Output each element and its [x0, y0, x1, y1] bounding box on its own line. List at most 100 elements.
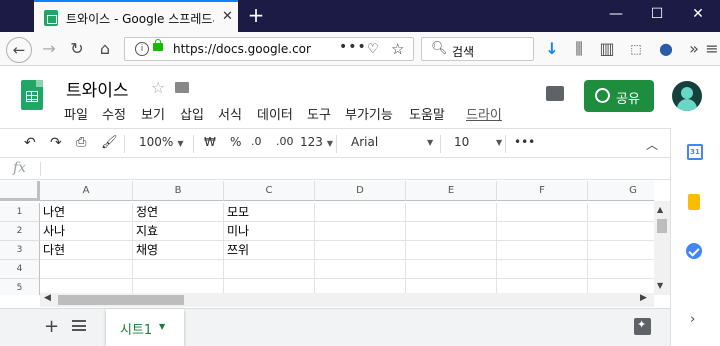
menu-tools[interactable]: 도구	[307, 104, 331, 123]
font-select[interactable]: Arial ▼	[351, 135, 435, 149]
grid-cell[interactable]	[40, 260, 133, 279]
grid-cell[interactable]: 쯔위	[224, 241, 315, 260]
comment-chat-icon[interactable]	[546, 86, 564, 101]
grid-cell[interactable]	[315, 222, 406, 241]
back-button[interactable]: ←	[6, 37, 32, 63]
zoom-select[interactable]: 100% ▼	[139, 135, 183, 149]
explore-icon[interactable]	[634, 318, 651, 335]
grid-cell[interactable]	[406, 260, 497, 279]
pocket-icon[interactable]: ♡	[367, 42, 379, 57]
select-all-corner[interactable]	[0, 181, 40, 201]
column-header[interactable]: F	[497, 181, 588, 201]
undo-icon[interactable]: ↶	[24, 135, 36, 151]
scroll-left-icon[interactable]: ◀	[44, 293, 51, 303]
column-header[interactable]: E	[406, 181, 497, 201]
sheet-tab-active[interactable]: 시트1 ▼	[106, 309, 184, 346]
star-icon[interactable]: ☆	[151, 78, 165, 97]
maximize-button[interactable]: ☐	[645, 6, 669, 22]
close-window-button[interactable]: ✕	[686, 6, 710, 22]
vertical-scrollbar[interactable]: ▲ ▼	[654, 201, 670, 295]
browser-tab[interactable]: 트와이스 - Google 스프레드시 ✕	[34, 0, 238, 32]
share-button[interactable]: 공유	[584, 80, 654, 112]
extension-icon[interactable]: ⬚	[625, 38, 647, 60]
forward-button[interactable]: →	[38, 38, 60, 60]
sidebar-icon[interactable]: ▥	[596, 38, 618, 60]
horizontal-scroll-thumb[interactable]	[58, 295, 184, 305]
grid-cell[interactable]: 정연	[133, 203, 224, 222]
reload-button[interactable]: ↻	[66, 38, 88, 60]
increase-decimal-button[interactable]: .00	[276, 135, 294, 148]
grid-cell[interactable]	[315, 203, 406, 222]
vertical-scroll-thumb[interactable]	[657, 219, 667, 233]
expand-panel-icon[interactable]: ›	[690, 312, 695, 327]
calendar-icon[interactable]: 31	[687, 144, 703, 160]
grid-cell[interactable]: 모모	[224, 203, 315, 222]
row-header[interactable]: 1	[0, 203, 40, 222]
address-bar[interactable]: i https://docs.google.com ••• ♡ ☆	[124, 37, 414, 61]
new-tab-button[interactable]: +	[246, 4, 266, 26]
menu-edit[interactable]: 수정	[102, 104, 126, 123]
grid-cell[interactable]	[497, 260, 588, 279]
grid-cell[interactable]	[406, 203, 497, 222]
grid-cell[interactable]	[315, 260, 406, 279]
spreadsheet-grid[interactable]: A B C D E F G 1 2 3 4 5 나연 정연 모모 사나 지효 미나 다현 채영…	[0, 181, 654, 295]
formula-bar[interactable]: fx	[0, 159, 670, 180]
collapse-menu-icon[interactable]: ︿	[646, 136, 658, 153]
grid-cell[interactable]: 나연	[40, 203, 133, 222]
grid-cell[interactable]	[588, 260, 654, 279]
grid-cell[interactable]	[588, 222, 654, 241]
column-header[interactable]: B	[133, 181, 224, 201]
row-header[interactable]: 3	[0, 241, 40, 260]
grid-cell[interactable]	[133, 260, 224, 279]
sheets-logo-icon[interactable]	[21, 80, 43, 110]
row-header[interactable]: 4	[0, 260, 40, 279]
avatar[interactable]	[672, 81, 702, 111]
grid-cell[interactable]	[224, 260, 315, 279]
number-format-select[interactable]: 123 ▼	[300, 135, 333, 149]
keep-icon[interactable]	[688, 194, 700, 210]
tab-close-icon[interactable]: ✕	[222, 9, 233, 24]
grid-cell[interactable]	[406, 241, 497, 260]
add-sheet-button[interactable]: +	[44, 316, 59, 337]
more-options-icon[interactable]: •••	[514, 135, 535, 149]
sheet-tab-dropdown-icon[interactable]: ▼	[159, 322, 165, 331]
grid-cell[interactable]: 미나	[224, 222, 315, 241]
column-header[interactable]: G	[588, 181, 654, 201]
decrease-decimal-button[interactable]: .0	[251, 135, 262, 148]
scroll-right-icon[interactable]: ▶	[640, 293, 647, 303]
grid-cell[interactable]: 지효	[133, 222, 224, 241]
redo-icon[interactable]: ↷	[50, 135, 62, 151]
currency-format-button[interactable]: ₩	[204, 135, 216, 149]
grid-cell[interactable]	[497, 222, 588, 241]
grid-cell[interactable]	[588, 203, 654, 222]
scroll-up-icon[interactable]: ▲	[657, 205, 663, 214]
scroll-down-icon[interactable]: ▼	[657, 281, 663, 290]
tasks-icon[interactable]	[686, 243, 702, 259]
grid-cell[interactable]: 다현	[40, 241, 133, 260]
percent-format-button[interactable]: %	[230, 135, 241, 149]
downloads-icon[interactable]: ↓	[541, 38, 563, 60]
home-button[interactable]: ⌂	[94, 38, 116, 60]
site-info-icon[interactable]: i	[135, 42, 149, 56]
grid-cell[interactable]: 사나	[40, 222, 133, 241]
page-actions-icon[interactable]: •••	[339, 39, 367, 55]
menu-view[interactable]: 보기	[141, 104, 165, 123]
extension-cursor-icon[interactable]: ●	[655, 38, 677, 60]
row-header[interactable]: 2	[0, 222, 40, 241]
menu-insert[interactable]: 삽입	[180, 104, 204, 123]
search-box[interactable]: 🔍︎ 검색	[421, 37, 534, 61]
column-header[interactable]: A	[40, 181, 133, 201]
menu-addons[interactable]: 부가기능	[345, 104, 393, 123]
folder-icon[interactable]	[175, 82, 189, 93]
grid-cell[interactable]	[497, 241, 588, 260]
horizontal-scrollbar[interactable]: ◀ ▶	[40, 293, 654, 307]
grid-cell[interactable]	[315, 241, 406, 260]
menu-data[interactable]: 데이터	[257, 104, 293, 123]
grid-cell[interactable]	[497, 203, 588, 222]
menu-help[interactable]: 도움말	[409, 104, 445, 123]
menu-file[interactable]: 파일	[64, 104, 88, 123]
library-icon[interactable]: ⫼	[568, 38, 590, 60]
font-size-select[interactable]: 10 ▼	[454, 135, 502, 149]
menu-drive-link[interactable]: 드라이	[466, 104, 502, 123]
document-title[interactable]: 트와이스	[66, 76, 129, 101]
